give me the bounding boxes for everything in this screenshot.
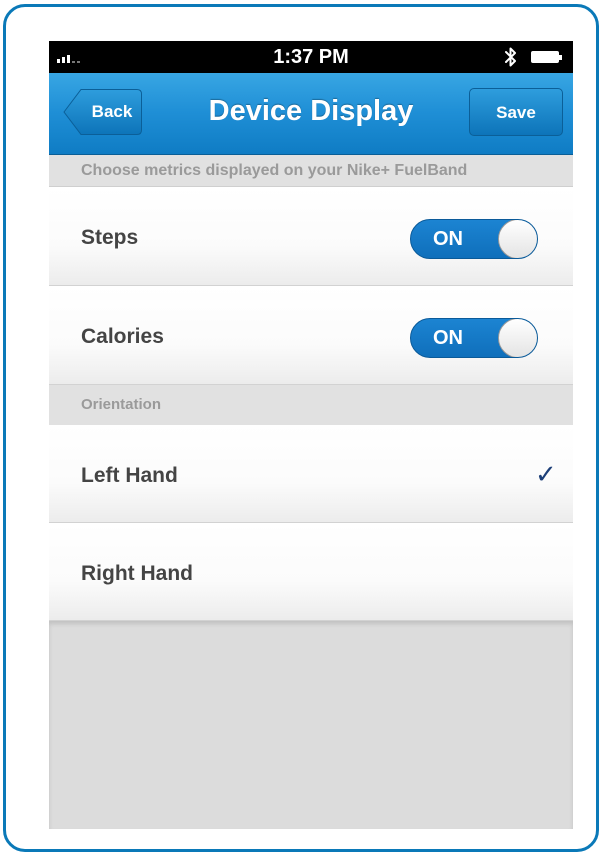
toggle-knob: [498, 220, 537, 258]
bluetooth-icon: [503, 46, 519, 73]
metric-row-steps: Steps ON: [49, 187, 573, 286]
option-label-right-hand: Right Hand: [81, 562, 193, 585]
metric-label-calories: Calories: [81, 325, 164, 348]
phone-screen: 1:37 PM Back Device Display Save Choose …: [49, 41, 573, 829]
orientation-option-right-hand[interactable]: Right Hand: [49, 523, 573, 621]
option-label-left-hand: Left Hand: [81, 464, 178, 487]
orientation-option-left-hand[interactable]: Left Hand ✓: [49, 425, 573, 523]
metric-row-calories: Calories ON: [49, 286, 573, 385]
status-bar: 1:37 PM: [49, 41, 573, 73]
battery-icon: [531, 51, 562, 63]
orientation-section-header: Orientation: [49, 385, 573, 425]
save-button[interactable]: Save: [469, 88, 563, 136]
checkmark-icon: ✓: [535, 459, 557, 489]
navigation-bar: Back Device Display Save: [49, 73, 573, 155]
toggle-knob: [498, 319, 537, 357]
steps-toggle-state: ON: [433, 228, 463, 250]
empty-background-area: [49, 621, 573, 829]
calories-toggle-state: ON: [433, 327, 463, 349]
calories-toggle[interactable]: ON: [410, 318, 538, 358]
metrics-section-header: Choose metrics displayed on your Nike+ F…: [49, 155, 573, 187]
metric-label-steps: Steps: [81, 226, 139, 249]
steps-toggle[interactable]: ON: [410, 219, 538, 259]
status-time: 1:37 PM: [273, 46, 349, 68]
